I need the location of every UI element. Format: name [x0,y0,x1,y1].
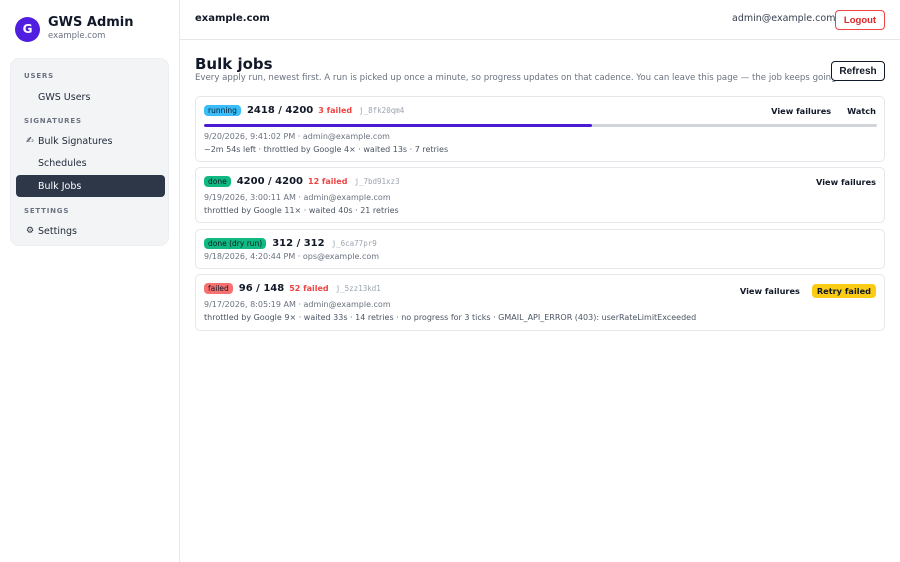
brand-subtitle: example.com [48,31,106,41]
status-badge: failed [204,283,233,294]
gear-icon: ⚙ [26,226,35,236]
sidebar-item-schedules[interactable]: Schedules [16,152,165,174]
sidebar-item-bulk-signatures[interactable]: ✍ Bulk Signatures [16,130,165,152]
job-card: done (dry run) 312 / 312 j_6ca77pr9 9/18… [195,229,885,269]
view-failures-button[interactable]: View failures [771,106,831,116]
nav-section-settings: SETTINGS [24,207,70,215]
job-meta: 9/19/2026, 3:00:11 AM · admin@example.co… [204,193,391,202]
job-failed-count: 12 failed [308,177,348,186]
top-header: example.com admin@example.com Logout [180,0,900,40]
status-badge: done (dry run) [204,238,267,249]
job-progress: 96 / 148 [238,283,285,294]
status-badge: running [204,105,241,116]
job-detail: ~2m 54s left · throttled by Google 4× · … [204,145,449,154]
job-progress: 2418 / 4200 [246,105,314,116]
job-meta: 9/17/2026, 8:05:19 AM · admin@example.co… [204,300,391,309]
sidebar-item-label: Bulk Signatures [38,135,113,147]
brand-avatar: G [15,16,40,42]
sidebar: G GWS Admin example.com USERS GWS Users … [0,0,180,562]
sidebar-item-label: Bulk Jobs [38,180,82,192]
job-header: done (dry run) 312 / 312 j_6ca77pr9 [204,238,377,249]
nav-section-users: USERS [24,72,54,80]
sidebar-item-label: GWS Users [38,91,91,103]
job-detail: throttled by Google 9× · waited 33s · 14… [204,313,697,322]
view-failures-button[interactable]: View failures [816,177,876,187]
pen-icon: ✍ [26,136,34,146]
job-card: failed 96 / 148 52 failed j_5zz13kd1 Vie… [195,274,885,331]
job-id: j_5zz13kd1 [335,284,381,293]
user-email: admin@example.com [732,13,836,24]
job-meta: 9/20/2026, 9:41:02 PM · admin@example.co… [204,132,390,141]
header-domain: example.com [195,13,270,24]
job-id: j_7bd91xz3 [354,177,400,186]
page-title: Bulk jobs [195,55,273,73]
job-detail: throttled by Google 11× · waited 40s · 2… [204,206,399,215]
sidebar-item-bulk-jobs[interactable]: Bulk Jobs [16,175,165,197]
brand: G GWS Admin example.com [15,15,134,43]
job-header: done 4200 / 4200 12 failed j_7bd91xz3 [204,176,400,187]
sidebar-item-label: Settings [38,225,77,237]
nav-section-signatures: SIGNATURES [24,117,82,125]
job-actions: View failures Retry failed [724,284,876,298]
refresh-button[interactable]: Refresh [831,61,885,81]
job-header: running 2418 / 4200 3 failed j_8fk20qm4 [204,105,404,116]
progress-bar-fill [204,124,592,127]
job-failed-count: 3 failed [318,106,353,115]
job-actions: View failures Watch [755,106,876,116]
watch-button[interactable]: Watch [847,106,876,116]
sidebar-item-gws-users[interactable]: GWS Users [16,86,165,108]
job-meta: 9/18/2026, 4:20:44 PM · ops@example.com [204,252,380,261]
job-card: done 4200 / 4200 12 failed j_7bd91xz3 Vi… [195,167,885,223]
brand-title: GWS Admin [48,15,134,30]
job-id: j_6ca77pr9 [331,239,377,248]
sidebar-item-label: Schedules [38,157,87,169]
sidebar-nav: USERS GWS Users SIGNATURES ✍ Bulk Signat… [10,58,169,246]
view-failures-button[interactable]: View failures [740,286,800,296]
job-actions: View failures [800,177,876,187]
job-failed-count: 52 failed [289,284,329,293]
brand-text: GWS Admin example.com [48,15,134,43]
job-header: failed 96 / 148 52 failed j_5zz13kd1 [204,283,381,294]
job-card: running 2418 / 4200 3 failed j_8fk20qm4 … [195,96,885,162]
job-id: j_8fk20qm4 [359,106,405,115]
logout-button[interactable]: Logout [835,10,885,30]
status-badge: done [204,176,231,187]
job-progress: 312 / 312 [272,238,325,249]
retry-failed-button[interactable]: Retry failed [811,284,876,298]
sidebar-item-settings[interactable]: ⚙ Settings [16,220,165,242]
job-progress: 4200 / 4200 [236,176,303,187]
progress-bar [204,124,877,127]
page-description: Every apply run, newest first. A run is … [195,73,840,83]
